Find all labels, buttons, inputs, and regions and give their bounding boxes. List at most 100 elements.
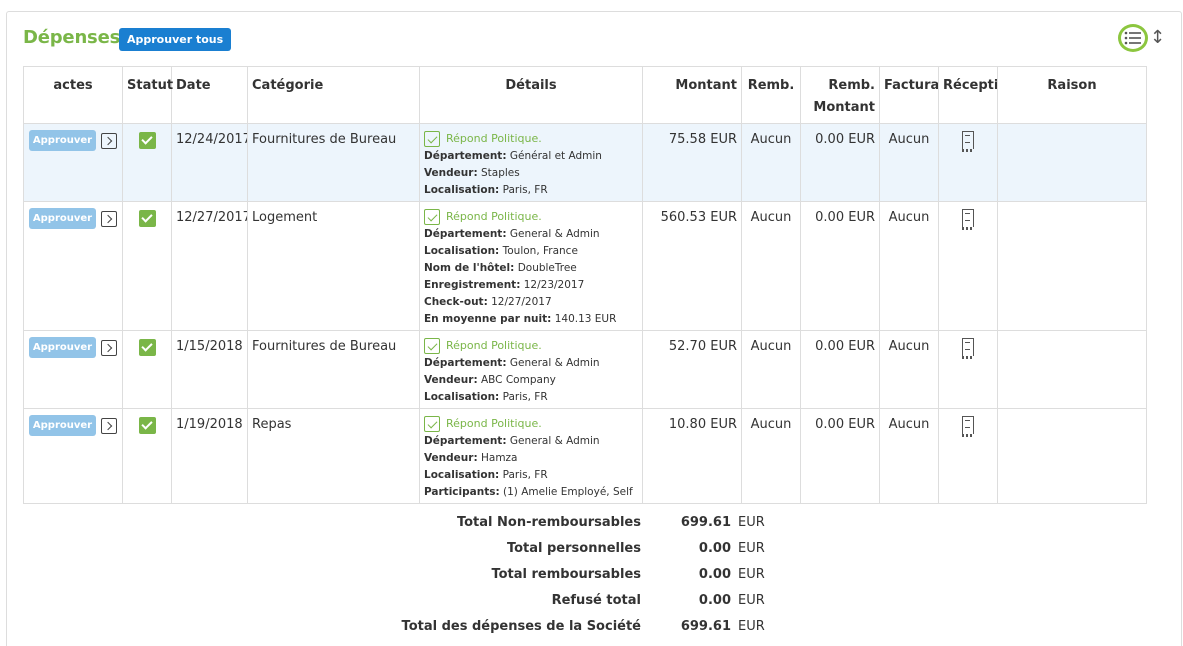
detail-line: Localisation: Paris, FR [424,467,638,484]
reimb-cell: Aucun [741,330,801,409]
detail-key: Localisation: [424,469,500,481]
detail-value: (1) Amelie Employé, Self [503,486,633,498]
detail-key: Département: [424,150,507,162]
detail-line: Localisation: Paris, FR [424,182,638,199]
category-cell: Repas [247,408,420,504]
reimb-cell: Aucun [741,201,801,331]
actions-cell: Approuver [23,123,123,202]
detail-line: Vendeur: Staples [424,165,638,182]
detail-key: En moyenne par nuit: [424,313,552,325]
receipt-icon[interactable] [961,131,974,152]
totals-section: Total Non-remboursables 699.61 EUR Total… [23,509,803,639]
policy-check-icon [424,338,440,354]
detail-value: 12/23/2017 [523,279,585,291]
status-checkbox[interactable] [138,417,156,434]
detail-line: Localisation: Toulon, France [424,243,638,260]
reimb-amount-cell: 0.00 EUR [800,201,880,331]
detail-line: Département: General & Admin [424,355,638,372]
col-header-montant[interactable]: Montant [642,66,742,124]
total-currency: EUR [738,540,765,556]
detail-line: Département: General & Admin [424,226,638,243]
detail-key: Enregistrement: [424,279,521,291]
col-header-facturable[interactable]: Facturab [879,66,939,124]
approve-button[interactable]: Approuver [29,130,96,151]
table-row: Approuver 12/27/2017 Logement Répond Pol… [23,201,1147,331]
status-checkbox[interactable] [138,339,156,356]
detail-value: Paris, FR [502,184,548,196]
col-header-details[interactable]: Détails [419,66,643,124]
chevron-right-icon[interactable] [101,133,117,149]
policy-label: Répond Politique. [446,210,542,223]
col-header-actes[interactable]: actes [23,66,123,124]
col-header-remb[interactable]: Remb. [741,66,801,124]
detail-line: Vendeur: Hamza [424,450,638,467]
table-row: Approuver 1/19/2018 Repas Répond Politiq… [23,408,1147,504]
amount-cell: 52.70 EUR [642,330,742,409]
detail-key: Check-out: [424,296,488,308]
policy-status: Répond Politique. [424,337,638,355]
status-checkbox[interactable] [138,210,156,227]
receipt-icon[interactable] [961,416,974,437]
detail-value: Staples [480,167,520,179]
approve-button[interactable]: Approuver [29,208,96,229]
date-cell: 1/19/2018 [171,408,248,504]
detail-line: Participants: (1) Amelie Employé, Self [424,484,638,501]
total-row: Total personnelles 0.00 EUR [23,535,803,561]
status-checkbox[interactable] [138,132,156,149]
col-header-categorie[interactable]: Catégorie [247,66,420,124]
total-label: Total des dépenses de la Société [401,618,641,634]
policy-status: Répond Politique. [424,415,638,433]
receipt-icon[interactable] [961,209,974,230]
receipt-icon[interactable] [961,338,974,359]
sort-vertical-icon[interactable]: ↕ [1150,27,1165,49]
category-cell: Logement [247,201,420,331]
total-label: Total Non-remboursables [456,514,641,530]
policy-label: Répond Politique. [446,132,542,145]
detail-value: Paris, FR [502,391,548,403]
detail-value: ABC Company [480,374,556,386]
col-header-reception[interactable]: Réceptio [938,66,998,124]
actions-cell: Approuver [23,330,123,409]
detail-key: Département: [424,435,507,447]
reason-cell [997,123,1147,202]
total-currency: EUR [738,514,765,530]
total-label: Total personnelles [506,540,641,556]
section-title: Dépenses [23,27,121,48]
chevron-right-icon[interactable] [101,211,117,227]
total-row: Total des dépenses de la Société 699.61 … [23,613,803,639]
detail-line: Localisation: Paris, FR [424,389,638,406]
approve-button[interactable]: Approuver [29,415,96,436]
reimb-amount-cell: 0.00 EUR [800,408,880,504]
policy-label: Répond Politique. [446,417,542,430]
list-view-toggle[interactable] [1118,24,1148,52]
policy-label: Répond Politique. [446,339,542,352]
detail-key: Vendeur: [424,374,478,386]
total-row: Refusé total 0.00 EUR [23,587,803,613]
category-cell: Fournitures de Bureau [247,330,420,409]
detail-line: Département: General & Admin [424,433,638,450]
total-value: 0.00 [698,540,731,556]
billable-cell: Aucun [879,201,939,331]
actions-cell: Approuver [23,201,123,331]
col-header-raison[interactable]: Raison [997,66,1147,124]
chevron-right-icon[interactable] [101,418,117,434]
details-cell: Répond Politique. Département: Général e… [419,123,643,202]
total-label: Total remboursables [491,566,641,582]
receipt-cell [938,201,998,331]
detail-key: Localisation: [424,391,500,403]
col-header-remb-montant[interactable]: Remb. Montant [800,66,880,124]
col-header-date[interactable]: Date [171,66,248,124]
date-cell: 12/27/2017 [171,201,248,331]
total-label: Refusé total [551,592,641,608]
billable-cell: Aucun [879,330,939,409]
col-header-statut[interactable]: Statut [122,66,173,124]
approve-button[interactable]: Approuver [29,337,96,358]
approve-all-button[interactable]: Approuver tous [119,28,232,51]
detail-key: Localisation: [424,245,500,257]
detail-line: Département: Général et Admin [424,148,638,165]
detail-key: Département: [424,228,507,240]
chevron-right-icon[interactable] [101,340,117,356]
reimb-amount-cell: 0.00 EUR [800,123,880,202]
detail-value: Hamza [480,452,518,464]
detail-line: En moyenne par nuit: 140.13 EUR [424,311,638,328]
